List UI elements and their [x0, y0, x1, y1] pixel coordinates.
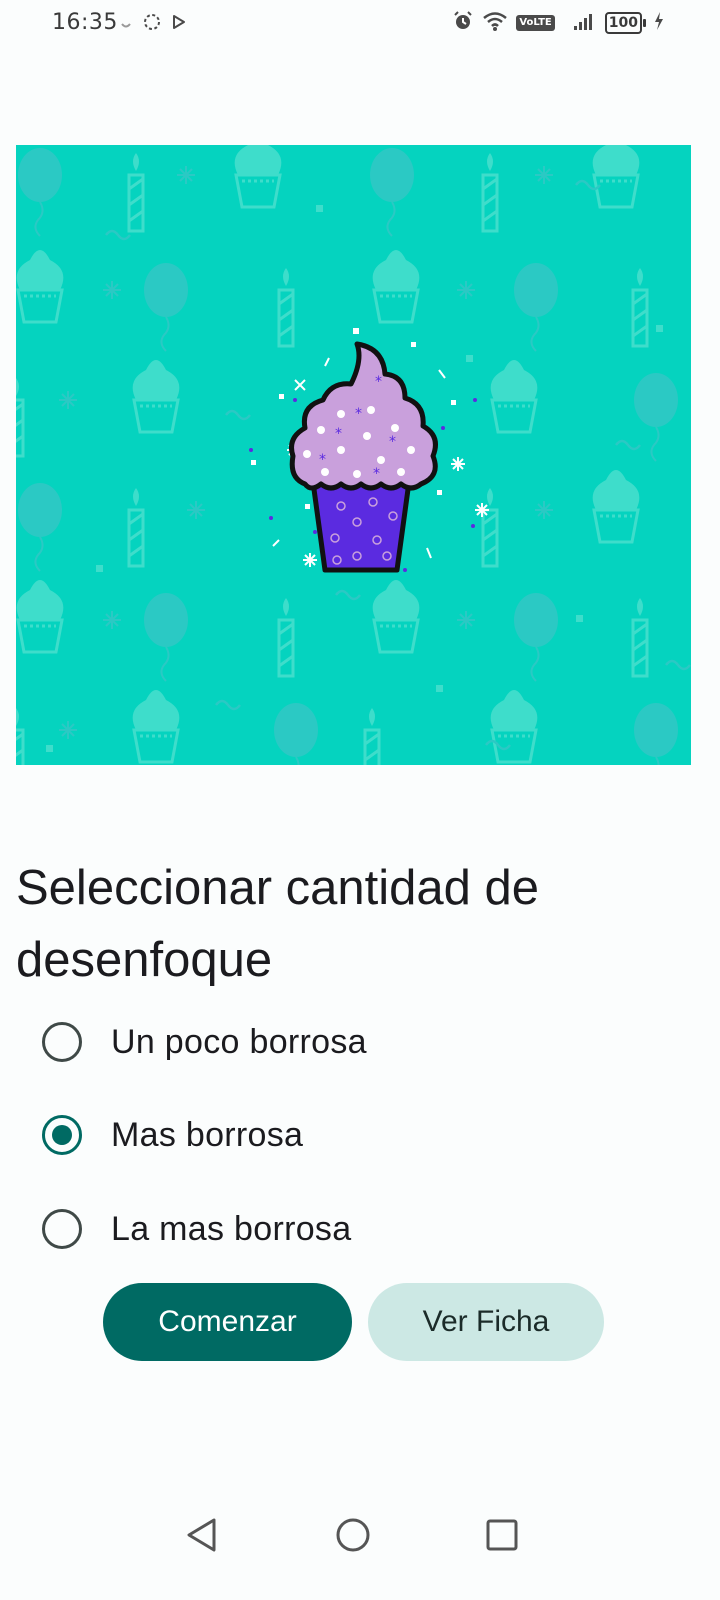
sync-icon	[142, 12, 162, 36]
start-button[interactable]: Comenzar	[103, 1283, 352, 1361]
cupcake-image: * * * * * *	[16, 145, 691, 765]
battery-level: 100	[604, 12, 642, 34]
charging-icon	[654, 12, 664, 34]
cupcake-illustration: * * * * * *	[16, 145, 691, 765]
svg-text:*: *	[389, 434, 396, 450]
page-title: Seleccionar cantidad de desenfoque	[16, 861, 540, 987]
home-icon	[336, 1518, 370, 1552]
alarm-icon	[452, 10, 474, 36]
radio-option-more-blurry[interactable]: Mas borrosa	[42, 1095, 642, 1175]
back-icon	[187, 1518, 216, 1552]
navigation-bar	[0, 1490, 720, 1580]
radio-option-most-blurry[interactable]: La mas borrosa	[42, 1189, 642, 1269]
app-screen: 16:35 VoLTE 100 * * * * * * Seleccionar …	[0, 0, 720, 1600]
drop-icon	[120, 15, 132, 34]
svg-text:*: *	[319, 452, 326, 468]
radio-button-unchecked[interactable]	[42, 1022, 82, 1062]
svg-text:*: *	[335, 426, 342, 442]
volte-badge: VoLTE	[516, 15, 555, 31]
radio-button-checked[interactable]	[42, 1115, 82, 1155]
svg-text:*: *	[355, 406, 362, 422]
nav-back-button[interactable]	[177, 1510, 227, 1560]
radio-label: Un poco borrosa	[111, 1022, 367, 1061]
status-left-icons	[120, 12, 186, 36]
svg-text:*: *	[373, 466, 380, 482]
play-store-icon	[172, 14, 186, 34]
recents-icon	[486, 1519, 518, 1551]
battery-tip	[643, 19, 646, 27]
view-file-button[interactable]: Ver Ficha	[368, 1283, 604, 1361]
nav-recents-button[interactable]	[477, 1510, 527, 1560]
svg-text:*: *	[375, 374, 382, 390]
radio-label: La mas borrosa	[111, 1209, 352, 1248]
radio-label: Mas borrosa	[111, 1115, 304, 1154]
status-time: 16:35	[52, 10, 118, 35]
status-right-icons: VoLTE 100	[452, 10, 664, 36]
radio-button-unchecked[interactable]	[42, 1209, 82, 1249]
signal-icon	[573, 11, 597, 35]
wifi-icon	[482, 10, 508, 36]
nav-home-button[interactable]	[328, 1510, 378, 1560]
radio-option-a-little-blurry[interactable]: Un poco borrosa	[42, 1002, 642, 1082]
status-bar: 16:35 VoLTE 100	[0, 0, 720, 48]
battery-icon: 100	[604, 12, 646, 34]
